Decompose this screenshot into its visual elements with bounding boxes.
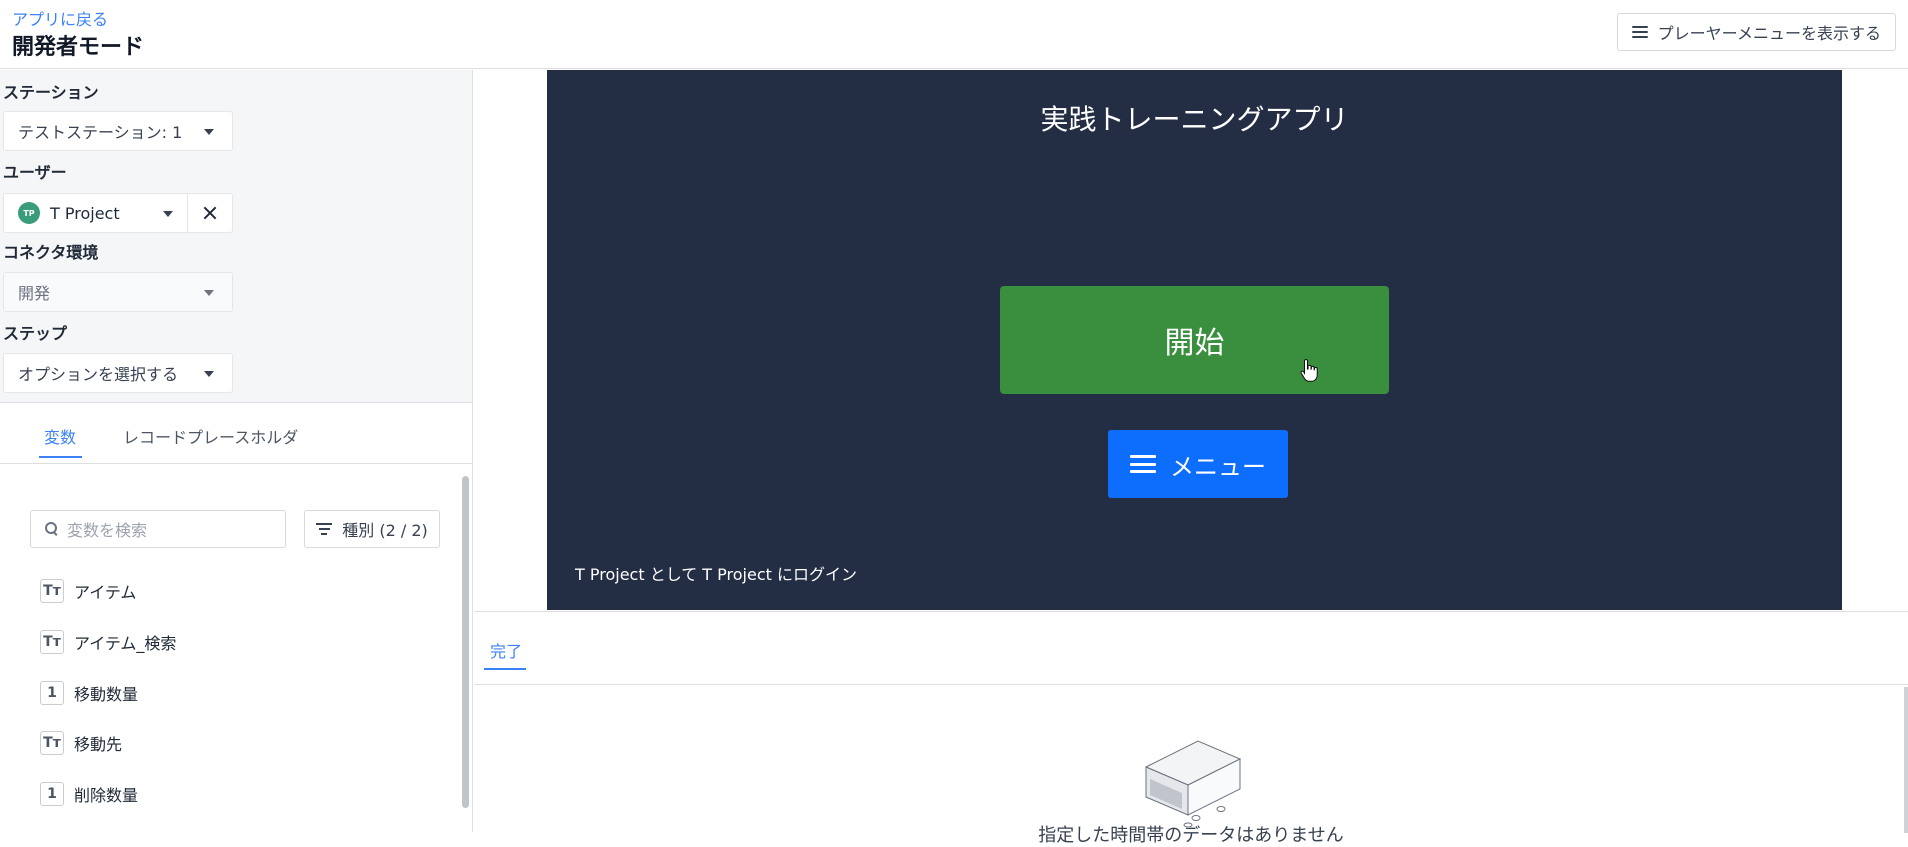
list-item[interactable]: 1 移動数量 (40, 678, 138, 708)
empty-box-icon (1144, 740, 1242, 827)
settings-section: ステーション テストステーション: 1 ユーザー TP T Project コネ… (0, 70, 472, 403)
menu-button[interactable]: メニュー (1108, 430, 1288, 498)
search-placeholder: 変数を検索 (67, 521, 148, 540)
text-type-icon: Tт (40, 579, 64, 603)
variables-tabs: 変数 レコードプレースホルダ (0, 404, 472, 464)
tab-record-placeholder[interactable]: レコードプレースホルダ (123, 424, 298, 448)
close-icon (203, 206, 217, 220)
variable-name: アイテム_検索 (74, 634, 177, 653)
user-select[interactable]: TP T Project (3, 193, 188, 233)
chevron-down-icon (204, 129, 214, 135)
app-title: 実践トレーニングアプリ (1040, 103, 1349, 136)
number-type-icon: 1 (40, 681, 64, 705)
list-item[interactable]: 1 削除数量 (40, 779, 138, 809)
results-section: 完了 指定した時間帯のデータはありません (474, 611, 1908, 846)
text-type-icon: Tт (40, 630, 64, 654)
divider (474, 684, 1908, 685)
number-type-icon: 1 (40, 782, 64, 806)
tab-variables[interactable]: 変数 (44, 424, 76, 448)
station-select[interactable]: テストステーション: 1 (3, 111, 233, 151)
app-preview: 実践トレーニングアプリ 開始 メニュー T Project として T Proj… (547, 70, 1842, 610)
type-filter-label: 種別 (2 / 2) (342, 521, 428, 540)
hand-cursor-icon (1300, 358, 1318, 382)
step-value: オプションを選択する (18, 365, 179, 384)
start-button[interactable]: 開始 (1000, 286, 1389, 394)
variable-name: 移動先 (74, 735, 123, 754)
menu-icon (1130, 455, 1156, 473)
type-filter-button[interactable]: 種別 (2 / 2) (304, 510, 440, 548)
connector-label: コネクタ環境 (3, 243, 99, 262)
user-label: ユーザー (3, 163, 67, 182)
login-status: T Project として T Project にログイン (575, 565, 857, 584)
connector-select[interactable]: 開発 (3, 272, 233, 312)
page-title: 開発者モード (12, 35, 145, 60)
show-player-menu-button[interactable]: プレーヤーメニューを表示する (1616, 13, 1896, 51)
station-value: テストステーション: 1 (18, 123, 183, 142)
chevron-down-icon (163, 211, 173, 217)
active-tab-indicator (39, 456, 82, 458)
list-item[interactable]: Tт アイテム_検索 (40, 627, 176, 657)
tab-done[interactable]: 完了 (490, 638, 522, 662)
filter-icon (316, 523, 333, 535)
results-scrollbar[interactable] (1904, 687, 1908, 833)
variable-name: 削除数量 (74, 786, 139, 805)
active-tab-indicator (484, 668, 526, 670)
menu-icon (1631, 26, 1648, 38)
step-label: ステップ (3, 324, 68, 343)
clear-user-button[interactable] (188, 193, 233, 233)
variable-name: アイテム (74, 583, 137, 602)
variable-name: 移動数量 (74, 685, 139, 704)
menu-button-label: メニュー (1170, 452, 1266, 481)
top-bar: アプリに戻る 開発者モード プレーヤーメニューを表示する (0, 0, 1908, 69)
chevron-down-icon (204, 371, 214, 377)
text-type-icon: Tт (40, 731, 64, 755)
back-to-app-link[interactable]: アプリに戻る (12, 6, 108, 30)
step-select[interactable]: オプションを選択する (3, 353, 233, 393)
show-player-menu-label: プレーヤーメニューを表示する (1657, 24, 1881, 43)
search-icon (45, 522, 59, 536)
variable-search-input[interactable]: 変数を検索 (30, 510, 286, 548)
connector-value: 開発 (18, 284, 51, 303)
variable-list-scrollbar[interactable] (462, 476, 469, 808)
user-value: T Project (50, 203, 120, 223)
avatar: TP (18, 202, 40, 224)
station-label: ステーション (3, 83, 99, 102)
list-item[interactable]: Tт 移動先 (40, 728, 122, 758)
chevron-down-icon (204, 290, 214, 296)
empty-state-message: 指定した時間帯のデータはありません (1038, 825, 1344, 846)
user-field: TP T Project (3, 193, 233, 233)
list-item[interactable]: Tт アイテム (40, 576, 136, 606)
